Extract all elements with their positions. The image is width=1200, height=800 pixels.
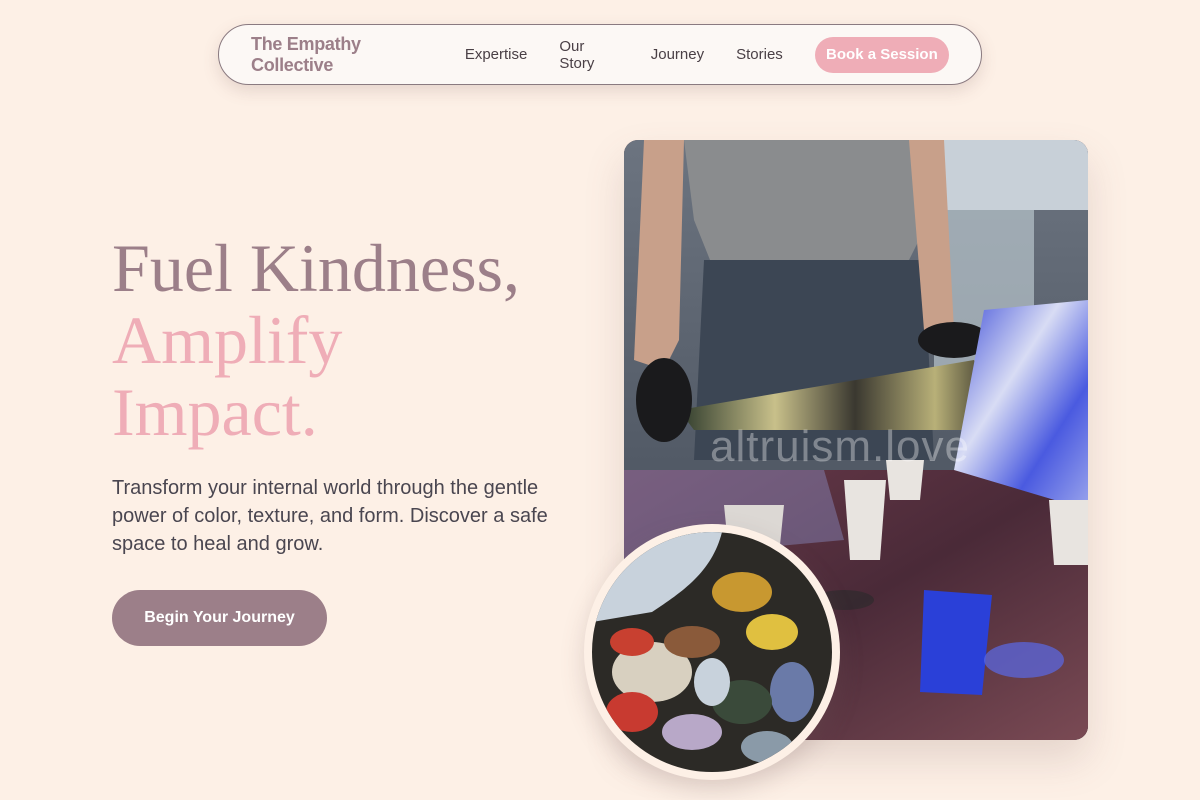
nav-link-stories[interactable]: Stories: [736, 46, 783, 63]
top-navigation: The Empathy Collective Expertise Our Sto…: [218, 24, 982, 85]
hero-title-line-3: Impact.: [112, 374, 318, 450]
watermark-text: altruism.love: [710, 422, 970, 471]
hero-title-line-2: Amplify: [112, 302, 343, 378]
paint-palette-icon: [592, 532, 832, 772]
nav-link-journey[interactable]: Journey: [651, 46, 704, 63]
book-session-button[interactable]: Book a Session: [814, 36, 949, 73]
palette-photo-circle: [584, 524, 840, 780]
hero-subtitle: Transform your internal world through th…: [112, 477, 548, 555]
nav-link-our-story[interactable]: Our Story: [559, 38, 618, 72]
begin-journey-button[interactable]: Begin Your Journey: [112, 590, 327, 646]
hero-title: Fuel Kindness, Amplify Impact.: [112, 232, 520, 448]
hero-title-line-1: Fuel Kindness,: [112, 230, 520, 306]
nav-link-expertise[interactable]: Expertise: [465, 46, 528, 63]
brand-logo[interactable]: The Empathy Collective: [251, 34, 433, 76]
paint-palette-image: [592, 532, 832, 772]
